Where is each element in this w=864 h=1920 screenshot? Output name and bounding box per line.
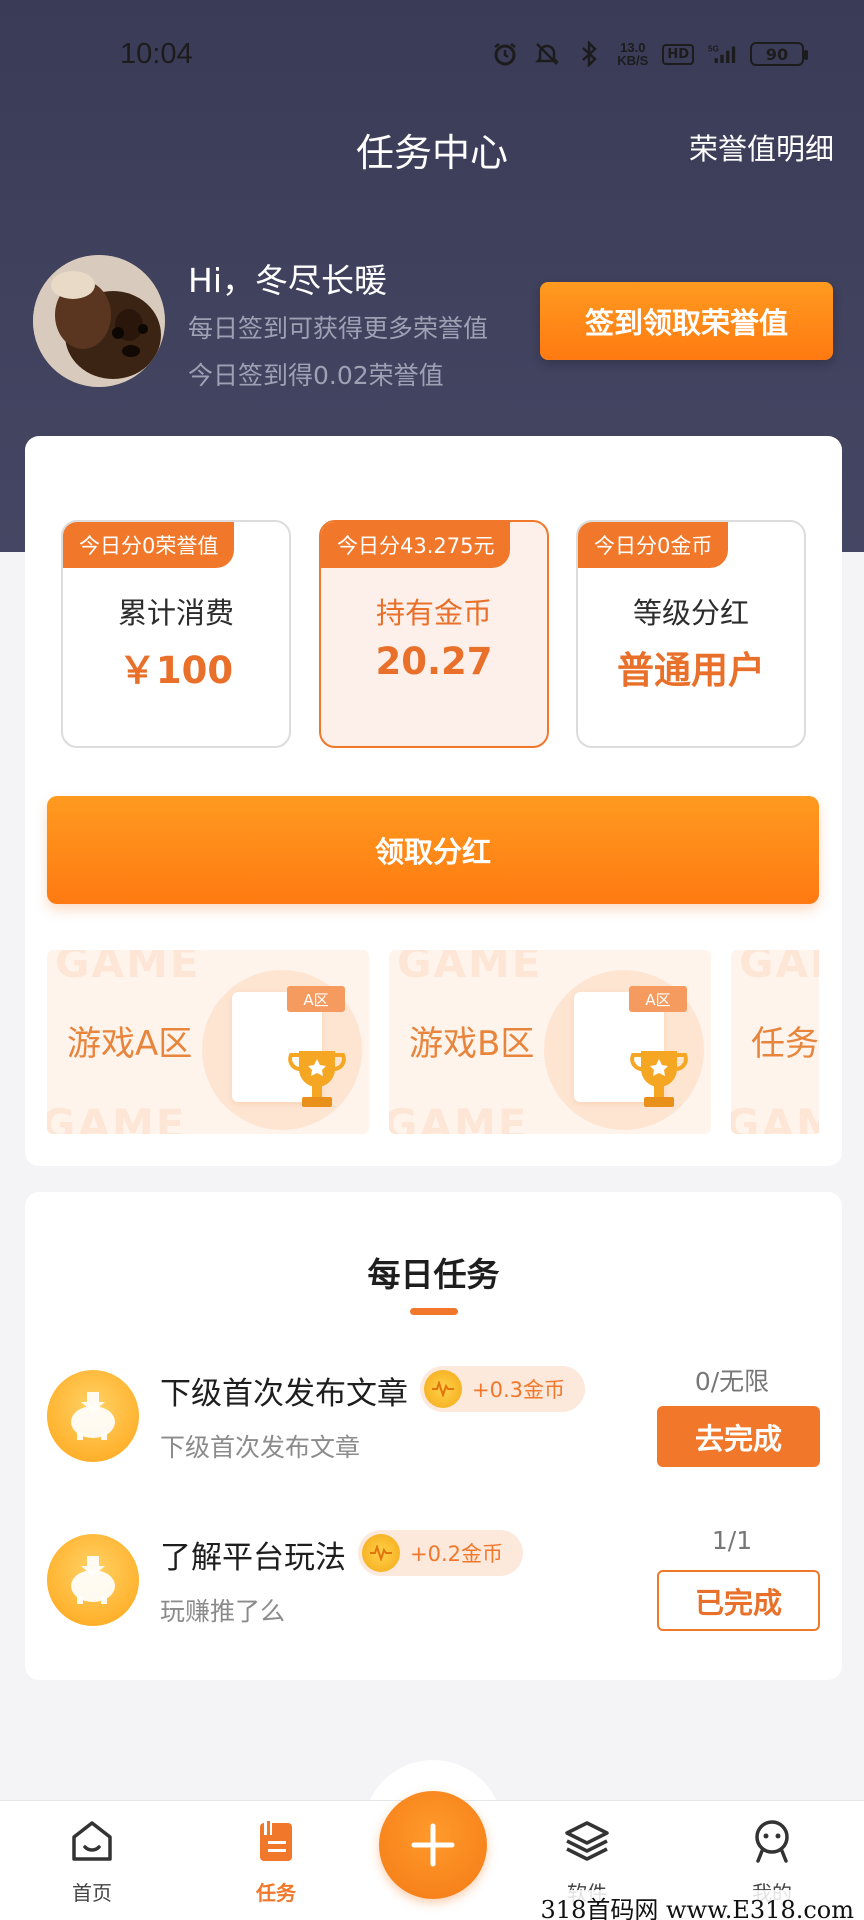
stat-value: ￥100 [118,649,234,692]
coin-icon [424,1370,462,1408]
zone-bg-text: GAME [55,950,201,987]
stat-tag: 今日分0金币 [578,522,729,568]
task-description: 玩赚推了么 [160,1597,286,1626]
zone-bg-text: GAM [731,1100,819,1134]
add-button[interactable] [379,1791,487,1899]
stat-value: 普通用户 [617,649,765,692]
reward-text: +0.2金币 [410,1542,503,1566]
mute-bell-icon [533,40,561,68]
stat-label: 持有金币 [375,596,492,630]
nav-home[interactable]: 首页 [37,1817,147,1906]
zone-bg-text: GAME [389,1100,529,1134]
signin-button[interactable]: 签到领取荣誉值 [540,282,833,360]
zone-badge: A区 [629,986,687,1012]
battery-indicator: 90 [750,42,808,66]
signin-reward-hint: 今日签到得0.02荣誉值 [188,361,444,390]
title-bar: 任务中心 荣誉值明细 [0,112,864,182]
home-icon [72,1821,112,1861]
task-item: 了解平台玩法 +0.2金币 玩赚推了么 1/1 已完成 [25,1526,842,1646]
zone-bg-text: GAME [47,1100,187,1134]
completed-button[interactable]: 已完成 [657,1570,820,1631]
status-icons: 13.0 KB/S HD 5G 90 [491,40,808,68]
status-time: 10:04 [120,38,193,70]
claim-dividend-button[interactable]: 领取分红 [47,796,819,904]
honor-detail-link[interactable]: 荣誉值明细 [689,126,834,168]
task-progress: 1/1 [711,1526,753,1555]
zone-bg-text: GAM [739,950,819,987]
daily-tasks-card: 每日任务 下级首次发布文章 +0.3金币 下级首次发布文章 0/无限 去完成 了… [25,1192,842,1680]
reward-badge: +0.3金币 [420,1366,585,1412]
trophy-icon [630,1051,688,1107]
nav-label: 任务 [256,1881,296,1905]
coin-icon [362,1534,400,1572]
svg-text:5G: 5G [708,45,719,54]
stat-card-consumption[interactable]: 今日分0荣誉值 累计消费 ￥100 [61,520,291,748]
task-title: 下级首次发布文章 [160,1376,408,1412]
piggy-bank-icon [47,1534,139,1626]
summary-card: 今日分0荣誉值 累计消费 ￥100 今日分43.275元 持有金币 20.27 … [25,436,842,1166]
signin-hint: 每日签到可获得更多荣誉值 [188,314,489,343]
task-progress: 0/无限 [694,1367,770,1396]
reward-badge: +0.2金币 [358,1530,523,1576]
net-speed: 13.0 KB/S [617,40,649,68]
avatar[interactable] [33,255,165,387]
watermark: 318首码网 www.E318.com [536,1890,858,1920]
stat-tag: 今日分0荣誉值 [63,522,235,568]
go-complete-button[interactable]: 去完成 [657,1406,820,1467]
reward-text: +0.3金币 [472,1378,565,1402]
stat-value: 20.27 [375,640,493,683]
zone-carousel[interactable]: GAME GAME A区 游戏A区 GAME GAME A区 游戏B区 GAM … [47,950,819,1134]
trophy-icon [288,1051,346,1107]
zone-label: 任务 [751,1024,819,1064]
task-list-icon [260,1821,292,1861]
zone-label: 游戏B区 [409,1024,535,1064]
zone-bg-text: GAME [397,950,543,987]
stat-card-level[interactable]: 今日分0金币 等级分红 普通用户 [576,520,806,748]
stat-tag: 今日分43.275元 [321,522,511,568]
alarm-icon [491,40,519,68]
task-description: 下级首次发布文章 [160,1433,361,1462]
user-profile-icon [755,1820,789,1863]
stat-label: 等级分红 [632,596,749,630]
layers-icon [565,1821,609,1861]
title-underline [410,1308,458,1315]
zone-label: 游戏A区 [67,1024,193,1064]
piggy-bank-icon [47,1370,139,1462]
zone-card-task[interactable]: GAM GAM 任务 [731,950,819,1134]
daily-tasks-title: 每日任务 [367,1255,500,1294]
nav-label: 首页 [72,1881,112,1905]
task-item: 下级首次发布文章 +0.3金币 下级首次发布文章 0/无限 去完成 [25,1362,842,1482]
nav-tasks[interactable]: 任务 [221,1817,331,1906]
task-title: 了解平台玩法 [160,1540,346,1576]
bluetooth-icon [575,40,603,68]
signal-5g-icon: 5G [708,40,736,68]
status-bar: 10:04 13.0 KB/S HD 5G 90 [0,0,864,110]
zone-card-b[interactable]: GAME GAME A区 游戏B区 [389,950,711,1134]
user-greeting: Hi，冬尽长暖 [188,261,387,300]
zone-card-a[interactable]: GAME GAME A区 游戏A区 [47,950,369,1134]
plus-icon [411,1823,455,1867]
hd-badge: HD [662,43,694,65]
stat-card-coins[interactable]: 今日分43.275元 持有金币 20.27 [319,520,549,748]
zone-badge: A区 [287,986,345,1012]
stat-label: 累计消费 [117,596,234,630]
